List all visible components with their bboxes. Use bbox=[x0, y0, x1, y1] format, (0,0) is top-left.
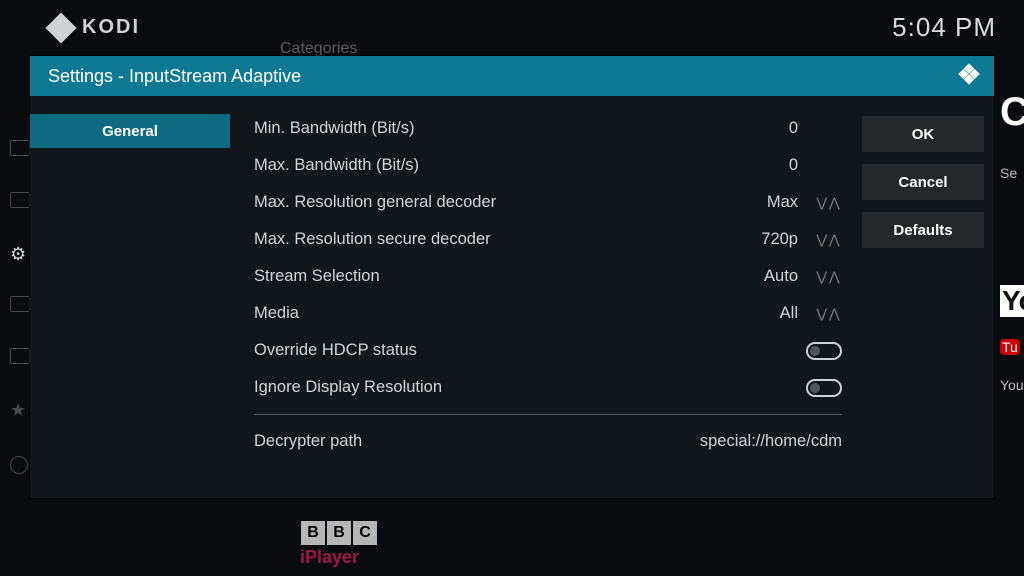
bg-right-peek: C Se Yo Tu You bbox=[1000, 90, 1024, 510]
bbc-letter: B bbox=[327, 521, 351, 545]
dialog-titlebar: Settings - InputStream Adaptive bbox=[30, 56, 994, 96]
setting-value: 0 bbox=[789, 119, 798, 138]
spinner-icon[interactable]: ⋁⋀ bbox=[816, 232, 842, 248]
sidebar-icon bbox=[10, 192, 30, 208]
row-max-bandwidth[interactable]: Max. Bandwidth (Bit/s) 0 bbox=[254, 147, 842, 184]
toggle-off[interactable] bbox=[806, 379, 842, 397]
bg-text: C bbox=[1000, 90, 1024, 135]
bg-bbc-tile: BBC iPlayer bbox=[300, 521, 378, 568]
kodi-logo-icon bbox=[45, 12, 76, 43]
row-stream-selection[interactable]: Stream Selection Auto ⋁⋀ bbox=[254, 258, 842, 295]
bg-sidebar bbox=[10, 140, 30, 474]
category-general[interactable]: General bbox=[30, 114, 230, 148]
blank-spin bbox=[816, 121, 842, 136]
brand-name: KODI bbox=[82, 16, 140, 39]
setting-label: Ignore Display Resolution bbox=[254, 378, 442, 397]
button-label: Defaults bbox=[893, 222, 952, 239]
defaults-button[interactable]: Defaults bbox=[862, 212, 984, 248]
spinner-icon[interactable]: ⋁⋀ bbox=[816, 195, 842, 211]
setting-label: Max. Bandwidth (Bit/s) bbox=[254, 156, 419, 175]
spinner-icon[interactable]: ⋁⋀ bbox=[816, 269, 842, 285]
bg-text: You bbox=[1000, 377, 1024, 393]
setting-label: Media bbox=[254, 304, 299, 323]
setting-value: Max bbox=[767, 193, 798, 212]
bg-text: Tu bbox=[1000, 339, 1020, 355]
setting-label: Decrypter path bbox=[254, 432, 362, 451]
button-label: Cancel bbox=[898, 174, 947, 191]
row-decrypter-path[interactable]: Decrypter path special://home/cdm bbox=[254, 423, 842, 460]
setting-label: Stream Selection bbox=[254, 267, 380, 286]
topbar: KODI 5:04 PM bbox=[0, 0, 1024, 55]
gear-icon bbox=[10, 244, 30, 260]
dialog-buttons: OK Cancel Defaults bbox=[852, 108, 994, 498]
spinner-icon[interactable]: ⋁⋀ bbox=[816, 306, 842, 322]
row-min-bandwidth[interactable]: Min. Bandwidth (Bit/s) 0 bbox=[254, 110, 842, 147]
sidebar-icon bbox=[10, 140, 30, 156]
setting-value: special://home/cdm bbox=[700, 432, 842, 451]
settings-dialog: Settings - InputStream Adaptive General … bbox=[30, 56, 994, 498]
setting-label: Override HDCP status bbox=[254, 341, 417, 360]
setting-label: Max. Resolution secure decoder bbox=[254, 230, 491, 249]
setting-label: Min. Bandwidth (Bit/s) bbox=[254, 119, 414, 138]
setting-value: 720p bbox=[761, 230, 798, 249]
blank-spin bbox=[816, 158, 842, 173]
settings-column: Min. Bandwidth (Bit/s) 0 Max. Bandwidth … bbox=[230, 108, 852, 498]
bg-text: Se bbox=[1000, 165, 1017, 181]
star-icon bbox=[10, 400, 30, 420]
ok-button[interactable]: OK bbox=[862, 116, 984, 152]
clock: 5:04 PM bbox=[892, 12, 996, 43]
bbc-iplayer: iPlayer bbox=[300, 547, 378, 568]
category-label: General bbox=[102, 123, 158, 140]
row-media[interactable]: Media All ⋁⋀ bbox=[254, 295, 842, 332]
bbc-letter: B bbox=[301, 521, 325, 545]
setting-value: 0 bbox=[789, 156, 798, 175]
sidebar-icon bbox=[10, 296, 30, 312]
setting-value: Auto bbox=[764, 267, 798, 286]
cancel-button[interactable]: Cancel bbox=[862, 164, 984, 200]
row-override-hdcp[interactable]: Override HDCP status bbox=[254, 332, 842, 369]
toggle-off[interactable] bbox=[806, 342, 842, 360]
category-column: General bbox=[30, 108, 230, 498]
bbc-letter: C bbox=[353, 521, 377, 545]
row-ignore-display-res[interactable]: Ignore Display Resolution bbox=[254, 369, 842, 406]
sidebar-icon bbox=[10, 348, 30, 364]
setting-label: Max. Resolution general decoder bbox=[254, 193, 496, 212]
setting-value: All bbox=[780, 304, 798, 323]
bg-text: Yo bbox=[1000, 285, 1024, 317]
separator bbox=[254, 414, 842, 415]
sidebar-icon bbox=[10, 456, 28, 474]
dialog-title: Settings - InputStream Adaptive bbox=[48, 66, 301, 87]
kodi-icon bbox=[958, 63, 980, 90]
button-label: OK bbox=[912, 126, 935, 143]
row-max-res-secure[interactable]: Max. Resolution secure decoder 720p ⋁⋀ bbox=[254, 221, 842, 258]
row-max-res-general[interactable]: Max. Resolution general decoder Max ⋁⋀ bbox=[254, 184, 842, 221]
